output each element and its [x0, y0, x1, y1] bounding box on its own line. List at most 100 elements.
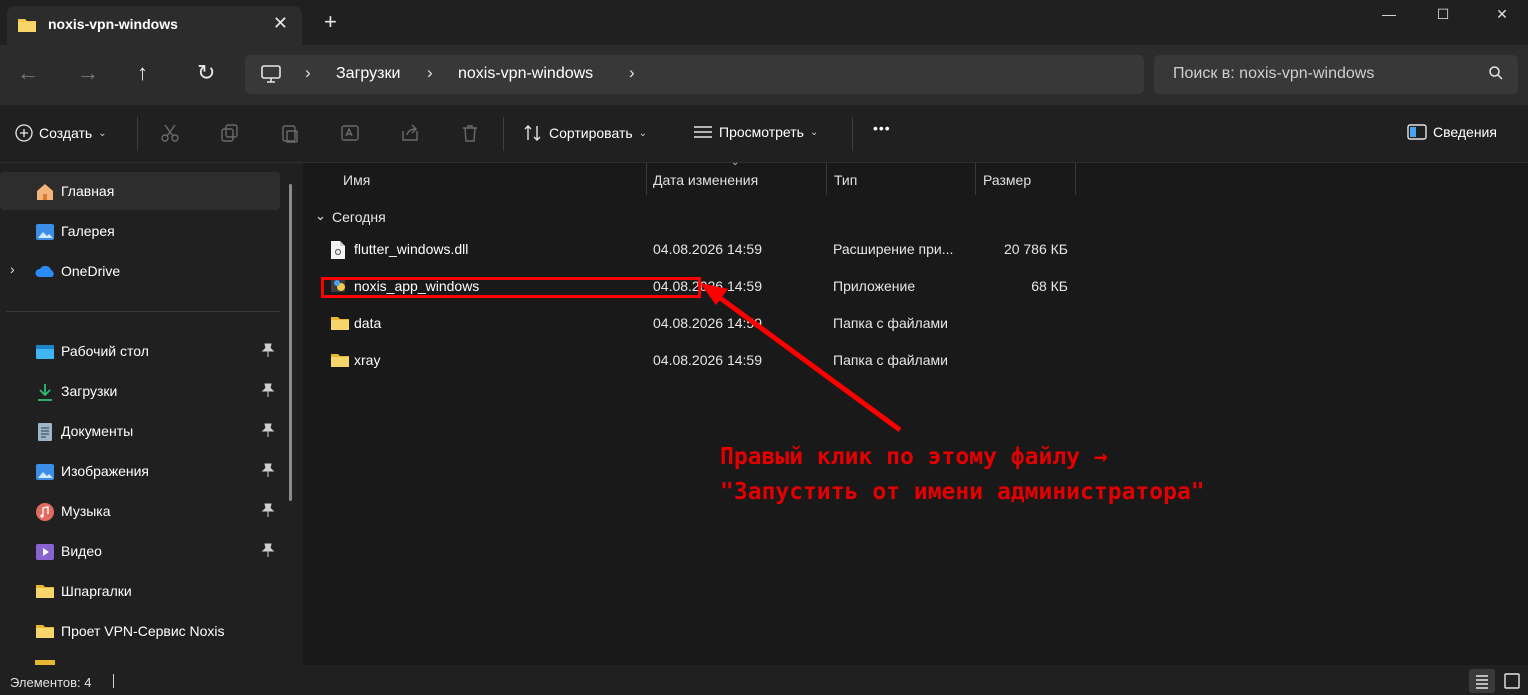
file-date: 04.08.2026 14:59: [653, 315, 762, 331]
music-icon: [35, 502, 55, 522]
details-view-icon: [1476, 675, 1488, 689]
chevron-down-icon: ⌄: [638, 127, 648, 139]
sidebar-item-label: Видео: [61, 543, 102, 559]
sidebar-item-gallery[interactable]: Галерея: [0, 212, 280, 250]
pin-icon[interactable]: [261, 343, 275, 360]
documents-icon: [35, 422, 55, 442]
plus-circle-icon: [15, 124, 33, 142]
sidebar-item-video[interactable]: Видео: [0, 532, 280, 570]
chevron-right-icon[interactable]: ›: [10, 261, 15, 277]
tab-close-icon[interactable]: ✕: [273, 13, 288, 34]
sidebar-item-documents[interactable]: Документы: [0, 412, 280, 450]
back-button[interactable]: ←: [17, 60, 39, 86]
toolbar-divider: [137, 117, 138, 151]
breadcrumb-separator[interactable]: ›: [629, 63, 635, 83]
column-divider[interactable]: [646, 163, 647, 195]
maximize-button[interactable]: ☐: [1420, 0, 1466, 32]
refresh-button[interactable]: ↻: [197, 60, 215, 86]
toolbar-divider: [503, 117, 504, 151]
share-icon[interactable]: [400, 123, 420, 146]
column-divider[interactable]: [826, 163, 827, 195]
onedrive-icon: [35, 262, 55, 282]
column-header-name[interactable]: Имя: [343, 172, 370, 188]
close-button[interactable]: ✕: [1479, 0, 1525, 32]
column-header-date[interactable]: Дата изменения: [653, 172, 758, 188]
view-button[interactable]: Просмотреть ⌄: [693, 124, 818, 140]
column-divider[interactable]: [975, 163, 976, 195]
pin-icon[interactable]: [261, 383, 275, 400]
sidebar-item-home[interactable]: Главная: [0, 172, 280, 210]
sidebar-item-label: OneDrive: [61, 263, 121, 279]
more-options-button[interactable]: •••: [873, 120, 891, 136]
file-name: data: [354, 315, 382, 331]
home-icon: [35, 182, 55, 202]
breadcrumb-downloads[interactable]: Загрузки: [336, 65, 400, 83]
chevron-down-icon: ⌄: [809, 126, 819, 138]
sidebar-divider: [6, 311, 280, 312]
file-name: flutter_windows.dll: [354, 241, 469, 257]
details-button[interactable]: Сведения: [1407, 124, 1497, 140]
breadcrumb-separator: ›: [427, 63, 433, 82]
video-icon: [35, 542, 55, 562]
delete-icon[interactable]: [460, 123, 480, 146]
highlight-box: [321, 277, 701, 298]
details-pane-icon: [1407, 124, 1427, 140]
tab-noxis-vpn-windows[interactable]: noxis-vpn-windows ✕: [7, 6, 302, 45]
sidebar-item-label: Главная: [61, 183, 115, 199]
group-header-today[interactable]: Сегодня: [332, 209, 386, 225]
chevron-down-icon: ⌄: [98, 127, 107, 139]
pin-icon[interactable]: [261, 543, 275, 560]
sidebar-scrollbar[interactable]: [289, 184, 292, 501]
minimize-button[interactable]: —: [1366, 0, 1412, 32]
search-input[interactable]: Поиск в: noxis-vpn-windows: [1154, 55, 1518, 94]
address-bar[interactable]: › Загрузки › noxis-vpn-windows ›: [245, 55, 1144, 94]
forward-button[interactable]: →: [77, 60, 99, 86]
toolbar-divider: [852, 117, 853, 151]
copy-icon[interactable]: [220, 123, 240, 146]
file-type: Папка с файлами: [833, 315, 948, 331]
status-divider: [113, 674, 114, 688]
chevron-down-icon[interactable]: ⌄: [315, 208, 326, 224]
sidebar-item-noxis-project[interactable]: Проет VPN-Сервис Noxis: [0, 612, 280, 650]
breadcrumb-noxis-vpn-windows[interactable]: noxis-vpn-windows: [458, 65, 593, 83]
sort-button[interactable]: Сортировать ⌄: [523, 124, 647, 142]
table-row[interactable]: data 04.08.2026 14:59 Папка с файлами: [313, 306, 1073, 340]
annotation-line-2: "Запустить от имени администратора": [720, 479, 1205, 505]
column-header-size[interactable]: Размер: [983, 172, 1031, 188]
up-button[interactable]: ↑: [137, 60, 148, 86]
sort-icon: [524, 125, 541, 141]
details-view-button[interactable]: [1469, 669, 1495, 693]
tab-title: noxis-vpn-windows: [48, 16, 178, 32]
download-icon: [35, 382, 55, 402]
folder-icon: [35, 582, 55, 602]
sidebar-item-label: Шпаргалки: [61, 583, 132, 599]
sidebar-item-cheatsheets[interactable]: Шпаргалки: [0, 572, 280, 610]
sidebar-item-music[interactable]: Музыка: [0, 492, 280, 530]
new-tab-button[interactable]: +: [324, 9, 337, 35]
paste-icon[interactable]: [280, 123, 300, 146]
navigation-pane: Главная Галерея › OneDrive Рабочий стол …: [0, 163, 303, 665]
sidebar-item-desktop[interactable]: Рабочий стол: [0, 332, 280, 370]
sidebar-item-downloads[interactable]: Загрузки: [0, 372, 280, 410]
sidebar-item-onedrive[interactable]: › OneDrive: [0, 252, 280, 290]
file-date: 04.08.2026 14:59: [653, 241, 762, 257]
status-bar: Элементов: 4: [0, 665, 1528, 695]
pin-icon[interactable]: [261, 423, 275, 440]
pin-icon[interactable]: [261, 503, 275, 520]
create-button[interactable]: Создать ⌄: [15, 124, 107, 142]
column-divider[interactable]: [1075, 163, 1076, 195]
tiles-view-button[interactable]: [1499, 669, 1525, 693]
cut-icon[interactable]: [160, 123, 180, 146]
create-label: Создать: [39, 125, 93, 141]
view-list-icon: [694, 126, 712, 138]
title-bar: noxis-vpn-windows ✕ + — ☐ ✕: [0, 0, 1528, 45]
table-row[interactable]: xray 04.08.2026 14:59 Папка с файлами: [313, 343, 1073, 377]
pin-icon[interactable]: [261, 463, 275, 480]
column-header-type[interactable]: Тип: [834, 172, 857, 188]
details-label: Сведения: [1433, 124, 1497, 140]
sidebar-item-label: Рабочий стол: [61, 343, 149, 359]
table-row[interactable]: flutter_windows.dll 04.08.2026 14:59 Рас…: [313, 232, 1073, 266]
rename-icon[interactable]: [340, 123, 360, 146]
file-type: Расширение при...: [833, 241, 954, 257]
sidebar-item-pictures[interactable]: Изображения: [0, 452, 280, 490]
